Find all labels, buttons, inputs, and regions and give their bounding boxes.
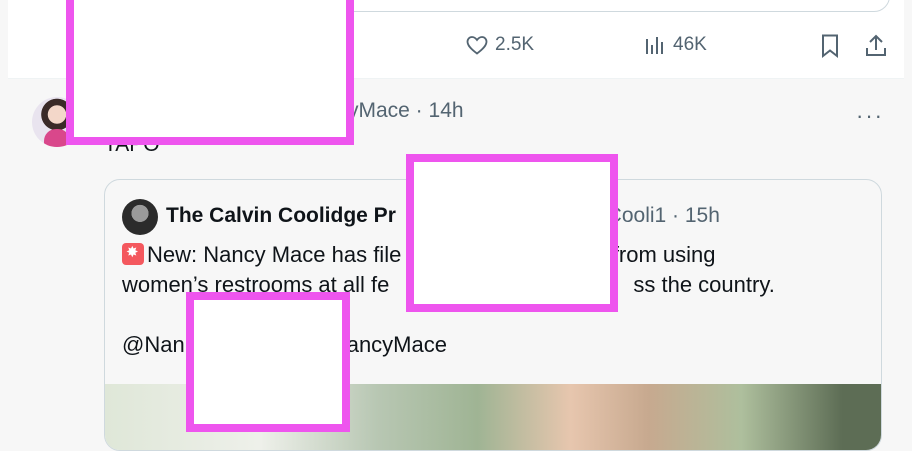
siren-emoji-icon xyxy=(122,243,144,265)
quoted-line-3-start[interactable]: @Nan xyxy=(122,332,185,357)
views-button[interactable]: 46K xyxy=(643,33,707,57)
share-button[interactable] xyxy=(864,33,888,59)
post-handle-time[interactable]: yMace · 14h xyxy=(348,99,464,123)
redaction-box xyxy=(66,0,354,145)
like-button[interactable]: 2.5K xyxy=(465,33,534,57)
quoted-line-3-end[interactable]: ancyMace xyxy=(347,332,447,357)
view-count: 46K xyxy=(673,34,707,55)
redaction-box xyxy=(406,154,618,312)
quoted-author-name[interactable]: The Calvin Coolidge Pr xyxy=(166,204,396,228)
bookmark-icon xyxy=(822,34,838,59)
quoted-avatar[interactable] xyxy=(122,199,158,235)
like-count: 2.5K xyxy=(495,34,535,55)
share-icon xyxy=(866,34,886,56)
quoted-line-2-end: ss the country. xyxy=(633,272,775,297)
redaction-box xyxy=(186,292,350,432)
more-options-icon[interactable]: ··· xyxy=(856,103,884,129)
bar-chart-icon xyxy=(646,37,663,54)
bookmark-button[interactable] xyxy=(818,33,842,59)
heart-icon xyxy=(466,36,488,55)
quoted-line-1-start: New: Nancy Mace has file xyxy=(147,242,402,267)
